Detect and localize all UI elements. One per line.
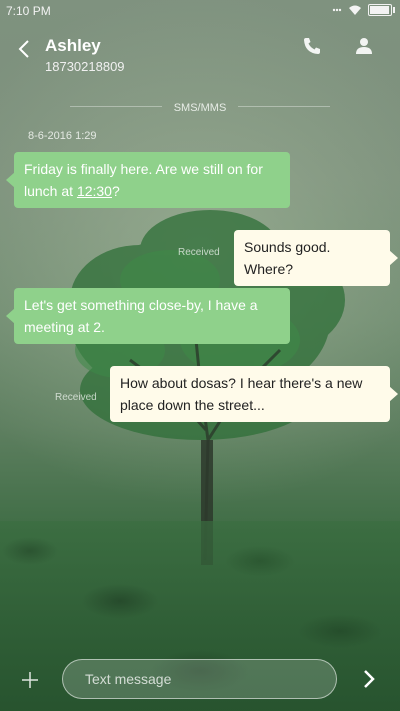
received-label: Received [178,247,220,258]
message-text: How about dosas? I hear there's a new pl… [120,375,363,413]
message-text-end: ? [111,183,120,199]
message-bubble-received[interactable]: Sounds good. Where? [234,230,398,286]
divider-right [238,106,330,107]
wifi-icon [349,5,361,15]
person-icon[interactable] [354,36,374,56]
plus-icon[interactable] [18,668,42,692]
message-text: Friday is finally here. Are we still on … [24,161,263,199]
bubble-tail [389,386,398,402]
bubble-tail [6,172,15,188]
contact-number: 18730218809 [45,59,125,74]
message-bubble-sent[interactable]: Let's get something close-by, I have a m… [6,288,290,344]
battery-icon [368,4,395,16]
status-bar: 7:10 PM [0,0,400,22]
back-icon[interactable] [14,38,36,60]
service-label-wrap: SMS/MMS [0,98,400,116]
text-message-input[interactable] [62,659,337,699]
message-text: Sounds good. Where? [244,239,331,277]
message-bubble-sent[interactable]: Friday is finally here. Are we still on … [6,152,290,208]
status-time: 7:10 PM [6,4,51,18]
conversation-date: 8-6-2016 1:29 [28,130,97,142]
contact-name: Ashley [45,36,101,55]
phone-icon[interactable] [302,36,322,56]
time-link[interactable]: 12:30 [77,183,112,199]
status-icons [332,4,395,16]
dots-icon [332,8,342,12]
message-text: Let's get something close-by, I have a m… [24,297,258,335]
send-icon[interactable] [358,668,380,690]
message-bubble-received[interactable]: How about dosas? I hear there's a new pl… [110,366,398,422]
received-label: Received [55,392,97,403]
bubble-tail [6,308,15,324]
service-label: SMS/MMS [173,102,227,114]
bubble-tail [389,250,398,266]
